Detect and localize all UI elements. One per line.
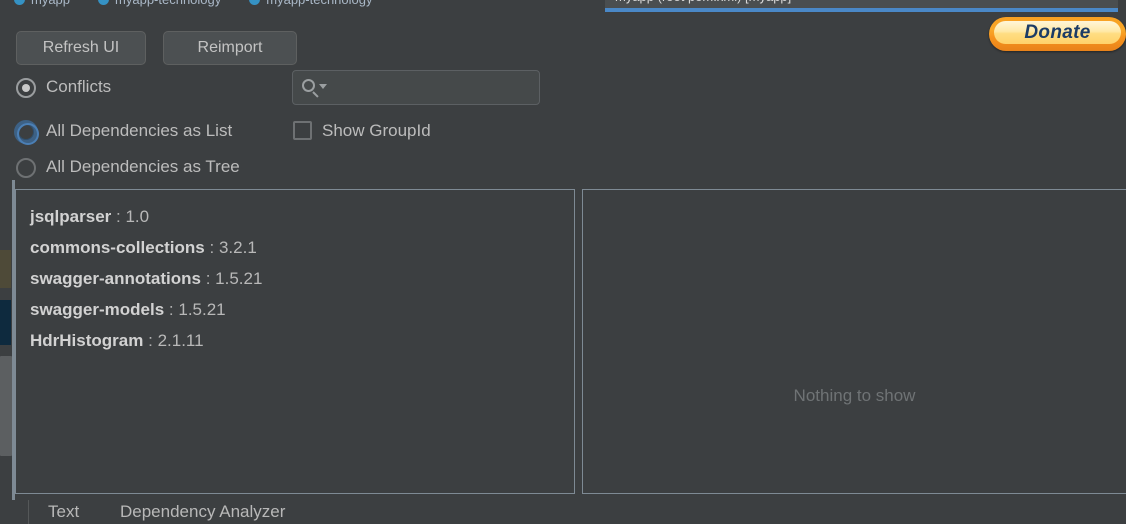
tab-myapp-technology-1[interactable]: myapp-technology [84, 0, 235, 12]
warning-marker[interactable] [0, 250, 11, 288]
tab-label: myapp-technology [266, 0, 372, 7]
dependency-artifact: HdrHistogram [30, 331, 144, 350]
tab-myapp-technology-2[interactable]: myapp-technology [235, 0, 386, 12]
dependency-version: 1.0 [125, 207, 150, 226]
tab-label: myapp-technology [115, 0, 221, 7]
radio-conflicts-label: Conflicts [46, 77, 112, 96]
editor-gutter-scrollbar[interactable] [0, 180, 15, 524]
dependency-separator: : [148, 331, 153, 350]
dependency-artifact: jsqlparser [30, 207, 112, 226]
scrollbar-thumb[interactable] [0, 356, 12, 456]
module-icon [14, 0, 25, 5]
radio-all-dependencies-as-tree[interactable] [16, 158, 36, 178]
radio-all-dependencies-as-list[interactable] [14, 120, 39, 145]
dependency-separator: : [209, 238, 215, 257]
list-item[interactable]: swagger-annotations : 1.5.21 [30, 263, 574, 294]
tab-label: myapp [31, 0, 70, 7]
dependency-version: 1.5.21 [178, 300, 226, 319]
search-input[interactable] [292, 70, 540, 105]
donate-button[interactable]: Donate [989, 17, 1126, 51]
search-icon-handle [312, 91, 319, 98]
module-icon [98, 0, 110, 5]
dependency-list: jsqlparser : 1.0 commons-collections : 3… [16, 190, 574, 356]
tab-row: myapp myapp-technology myapp-technology [0, 0, 387, 12]
dependency-detail-panel[interactable]: Nothing to show [582, 189, 1126, 494]
dependency-version: 3.2.1 [218, 238, 257, 257]
list-item[interactable]: commons-collections : 3.2.1 [30, 232, 574, 263]
list-item[interactable]: jsqlparser : 1.0 [30, 201, 574, 232]
radio-all-dependencies-as-tree-label: All Dependencies as Tree [46, 157, 240, 176]
dependency-separator: : [168, 300, 174, 319]
chevron-down-icon[interactable] [319, 84, 327, 89]
radio-conflicts[interactable] [16, 78, 36, 98]
maven-toolbar: Refresh UI Reimport [0, 13, 1126, 65]
tab-text[interactable]: Text [48, 502, 79, 522]
tab-selected-underline [605, 8, 1118, 12]
tab-dependency-analyzer[interactable]: Dependency Analyzer [120, 502, 285, 522]
tab-myapp[interactable]: myapp [0, 0, 84, 12]
list-item[interactable]: swagger-models : 1.5.21 [30, 294, 574, 325]
dependency-version: 2.1.11 [157, 331, 204, 350]
module-icon [249, 0, 261, 5]
info-marker[interactable] [0, 300, 11, 345]
editor-tab-strip: myapp myapp-technology myapp-technology … [0, 0, 1126, 13]
dependency-artifact: swagger-annotations [30, 269, 201, 288]
refresh-ui-button[interactable]: Refresh UI [16, 31, 146, 65]
empty-state-message: Nothing to show [793, 386, 916, 405]
dependency-version: 1.5.21 [215, 269, 263, 288]
bottom-tab-bar: Text Dependency Analyzer [0, 500, 1126, 524]
checkbox-show-groupid[interactable] [293, 121, 312, 140]
dependency-artifact: commons-collections [30, 238, 205, 257]
radio-all-dependencies-as-list-label: All Dependencies as List [46, 121, 233, 140]
dependency-artifact: swagger-models [30, 300, 165, 319]
dependency-list-panel[interactable]: jsqlparser : 1.0 commons-collections : 3… [15, 189, 575, 494]
dependency-separator: : [205, 269, 211, 288]
checkbox-show-groupid-label: Show GroupId [322, 121, 431, 140]
reimport-button[interactable]: Reimport [163, 31, 297, 65]
list-item[interactable]: HdrHistogram : 2.1.11 [30, 325, 574, 356]
tab-selected-label: myapp (root pom.xml) [myapp] [615, 0, 791, 8]
donate-button-label: Donate [1024, 22, 1091, 43]
dependency-separator: : [116, 207, 121, 226]
divider [28, 500, 29, 524]
